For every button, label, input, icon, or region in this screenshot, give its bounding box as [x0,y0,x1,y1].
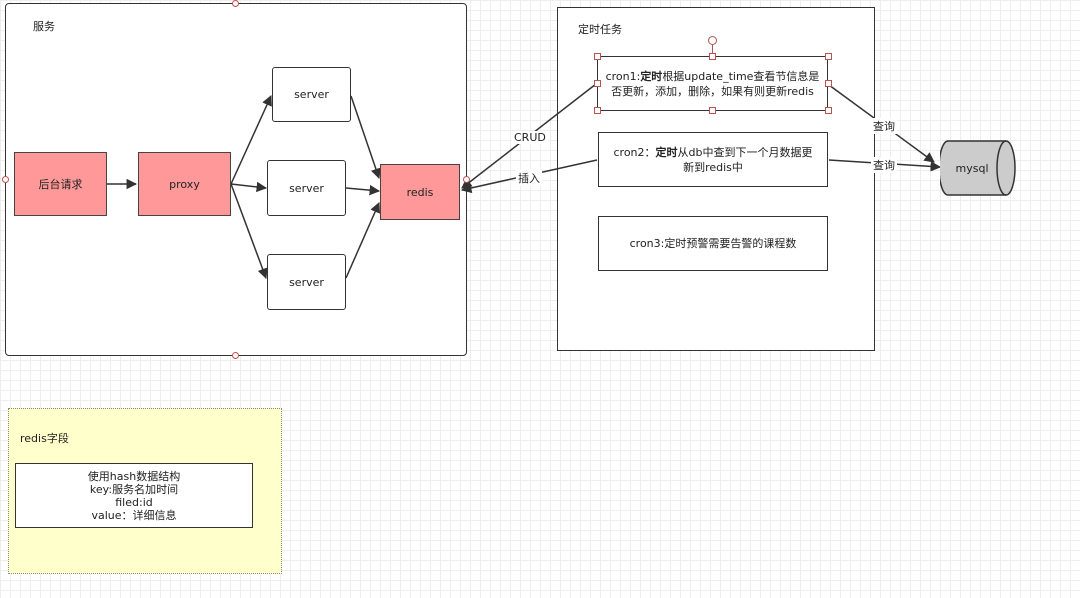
cron2-node[interactable]: cron2：定时从db中查到下一个月数据更新到redis中 [598,132,828,187]
cron1-node[interactable]: cron1:定时根据update_time查看节信息是否更新，添加，删除，如果有… [597,56,828,111]
redis-info-line: filed:id [115,495,153,509]
server-node-1[interactable]: server [272,67,351,122]
redis-node[interactable]: redis [380,164,460,220]
redis-info-line: key:服务名加时间 [89,482,179,496]
cron1-bold: 定时 [640,69,663,83]
cron1-text: cron1:定时根据update_time查看节信息是否更新，添加，删除，如果有… [604,69,821,99]
resize-handle-bm[interactable] [709,107,716,114]
resize-handle-tl[interactable] [594,53,601,60]
connection-point-right[interactable] [463,176,470,183]
edge-proxy-server1 [230,95,272,185]
edge-server1-redis [350,95,381,179]
edge-proxy-server3 [230,183,268,279]
redis-info-line: 使用hash数据结构 [87,469,181,483]
cron2-bold: 定时 [655,145,678,159]
edge-label-crud: CRUD [512,131,548,144]
backend-request-node[interactable]: 后台请求 [14,152,107,216]
rotate-handle[interactable] [708,36,717,45]
connection-point-bottom[interactable] [232,352,239,359]
connection-point-left[interactable] [2,176,9,183]
resize-handle-br[interactable] [825,107,832,114]
server-node-3[interactable]: server [267,254,346,310]
edge-server3-redis [345,202,380,279]
redis-info-line: value：详细信息 [91,508,177,522]
edge-proxy-server2 [230,181,268,193]
resize-handle-tr[interactable] [825,53,832,60]
resize-handle-ml[interactable] [594,80,601,87]
edge-label-query-1: 查询 [871,118,897,134]
mysql-cylinder[interactable]: mysql [940,140,1018,196]
cron2-text: cron2：定时从db中查到下一个月数据更新到redis中 [609,145,817,175]
resize-handle-bl[interactable] [594,107,601,114]
edge-server2-redis [345,184,381,196]
proxy-node[interactable]: proxy [138,152,231,216]
cron3-node[interactable]: cron3:定时预警需要告警的课程数 [598,216,828,271]
server-node-2[interactable]: server [267,160,346,216]
rotate-handle-stem [712,45,713,53]
connection-point-top[interactable] [232,0,239,7]
cron2-rest: 从db中查到下一个月数据更新到redis中 [677,145,813,174]
redis-info-box[interactable]: 使用hash数据结构 key:服务名加时间 filed:id value：详细信… [15,463,253,528]
edge-label-query-2: 查询 [871,157,897,173]
resize-handle-tm[interactable] [709,53,716,60]
resize-handle-mr[interactable] [825,80,832,87]
mysql-label: mysql [955,161,989,175]
cron1-prefix: cron1: [605,69,641,83]
edge-label-insert: 插入 [516,170,542,186]
cron2-prefix: cron2： [613,145,656,159]
